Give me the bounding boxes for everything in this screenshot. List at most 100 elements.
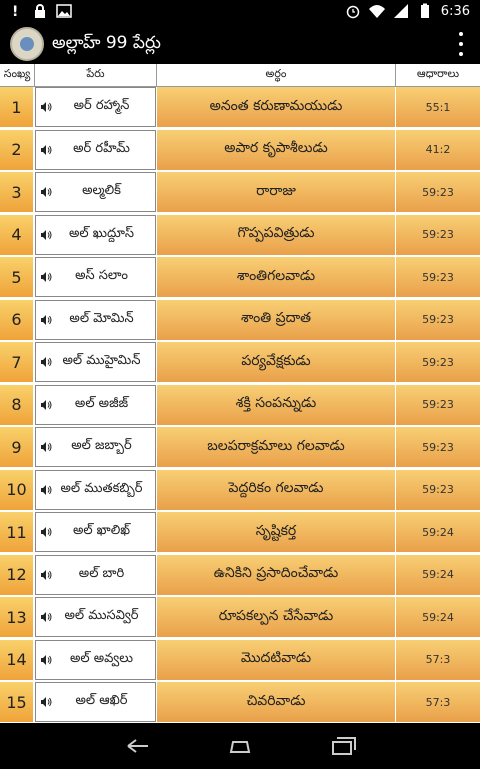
speaker-icon[interactable] [40, 314, 52, 326]
table-row[interactable]: 10 అల్ ముతకబ్బిర్ పెద్దరికం గలవాడు 59:23 [0, 469, 480, 510]
table-row[interactable]: 2 అర్ రహీమ్ అపార కృపాశీలుడు 41:2 [0, 129, 480, 170]
row-name-cell[interactable]: అల్ ముహైమిన్ [35, 342, 156, 382]
row-reference: 59:23 [396, 172, 480, 212]
row-name-cell[interactable]: అల్ అజీజ్ [35, 384, 156, 425]
row-meaning: సృష్టికర్త [157, 512, 395, 552]
table-row[interactable]: 9 అల్ జబ్బార్ బలపరాక్రమాలు గలవాడు 59:23 [0, 427, 480, 467]
row-reference: 59:23 [396, 299, 480, 340]
row-meaning: మొదటివాడు [157, 639, 395, 680]
row-name-cell[interactable]: అల్ ముతకబ్బిర్ [35, 469, 156, 510]
row-name-cell[interactable]: అల్ బారి [35, 554, 156, 595]
table-row[interactable]: 3 అల్మలిక్ రారాజు 59:23 [0, 172, 480, 212]
row-name-cell[interactable]: అర్ రహీమ్ [35, 129, 156, 170]
table-row[interactable]: 15 అల్ ఆఖిర్ చివరివాడు 57:3 [0, 682, 480, 722]
speaker-icon[interactable] [40, 526, 52, 538]
status-bar: ! 6:36 [0, 0, 480, 24]
header-number: సంఖ్య [0, 64, 35, 86]
recents-icon[interactable] [328, 734, 358, 758]
lock-icon [35, 4, 45, 18]
table-row[interactable]: 6 అల్ మోమిన్ శాంతి ప్రదాత 59:23 [0, 299, 480, 340]
speaker-icon[interactable] [40, 654, 52, 666]
speaker-icon[interactable] [40, 229, 52, 241]
speaker-icon[interactable] [40, 441, 52, 453]
row-name: అర్ రహ్మాన్ [73, 98, 130, 113]
names-list[interactable]: 1 అర్ రహ్మాన్ అనంత కరుణామయుడు 55:1 2 అర్ రహీమ… [0, 87, 480, 723]
row-reference: 59:24 [396, 512, 480, 552]
row-reference: 59:23 [396, 384, 480, 425]
row-name-cell[interactable]: అస్ సలాం [35, 257, 156, 297]
speaker-icon[interactable] [40, 569, 52, 581]
row-name: అల్ బారి [78, 565, 125, 581]
row-meaning: గొప్పపవిత్రుడు [157, 214, 395, 255]
app-logo-icon[interactable] [10, 27, 44, 61]
table-row[interactable]: 1 అర్ రహ్మాన్ అనంత కరుణామయుడు 55:1 [0, 87, 480, 127]
home-icon[interactable] [225, 734, 255, 758]
row-number: 10 [0, 469, 34, 510]
row-name-cell[interactable]: అర్ రహ్మాన్ [35, 87, 156, 127]
row-name: అల్ ఖుద్దూస్ [68, 225, 135, 241]
row-name-cell[interactable]: అల్ ముసవ్విర్ [35, 597, 156, 637]
row-name-cell[interactable]: అల్ జబ్బార్ [35, 427, 156, 467]
row-meaning: రూపకల్పన చేసేవాడు [157, 597, 395, 637]
table-row[interactable]: 12 అల్ బారి ఉనికిని ప్రసాదించేవాడు 59:24 [0, 554, 480, 595]
row-name: అల్ మోమిన్ [69, 310, 134, 326]
row-name-cell[interactable]: అల్ మోమిన్ [35, 299, 156, 340]
row-meaning: అనంత కరుణామయుడు [157, 87, 395, 127]
action-bar: అల్లాహ్ 99 పేర్లు [0, 24, 480, 64]
row-number: 4 [0, 214, 34, 255]
row-number: 3 [0, 172, 34, 212]
table-row[interactable]: 8 అల్ అజీజ్ శక్తి సంపన్నుడు 59:23 [0, 384, 480, 425]
speaker-icon[interactable] [40, 696, 52, 708]
row-name-cell[interactable]: అల్ ఆఖిర్ [35, 682, 156, 722]
speaker-icon[interactable] [40, 101, 52, 113]
app-title: అల్లాహ్ 99 పేర్లు [52, 33, 161, 53]
row-number: 5 [0, 257, 34, 297]
speaker-icon[interactable] [40, 186, 52, 198]
row-number: 8 [0, 384, 34, 425]
speaker-icon[interactable] [40, 144, 52, 156]
wifi-icon [368, 5, 385, 18]
image-icon [56, 4, 72, 18]
table-row[interactable]: 13 అల్ ముసవ్విర్ రూపకల్పన చేసేవాడు 59:24 [0, 597, 480, 637]
speaker-icon[interactable] [40, 611, 52, 623]
row-name: అల్ ఆఖిర్ [75, 693, 128, 708]
row-meaning: ఉనికిని ప్రసాదించేవాడు [157, 554, 395, 595]
speaker-icon[interactable] [40, 271, 52, 283]
row-number: 11 [0, 512, 34, 552]
signal-icon [393, 4, 408, 18]
table-row[interactable]: 4 అల్ ఖుద్దూస్ గొప్పపవిత్రుడు 59:23 [0, 214, 480, 255]
table-row[interactable]: 7 అల్ ముహైమిన్ పర్యవేక్షకుడు 59:23 [0, 342, 480, 382]
battery-icon [420, 3, 429, 18]
header-reference: ఆధారాలు [416, 67, 460, 80]
row-reference: 59:23 [396, 427, 480, 467]
row-name-cell[interactable]: అల్ ఖుద్దూస్ [35, 214, 156, 255]
row-reference: 59:23 [396, 257, 480, 297]
row-reference: 57:3 [396, 682, 480, 722]
header-name: పేరు [35, 64, 157, 86]
row-name: అల్ ఖాలిఖ్ [72, 523, 131, 538]
speaker-icon[interactable] [40, 399, 52, 411]
status-time: 6:36 [440, 3, 470, 19]
row-reference: 59:24 [396, 554, 480, 595]
row-number: 2 [0, 129, 34, 170]
table-row[interactable]: 5 అస్ సలాం శాంతిగలవాడు 59:23 [0, 257, 480, 297]
row-number: 6 [0, 299, 34, 340]
row-name-cell[interactable]: అల్ ఖాలిఖ్ [35, 512, 156, 552]
speaker-icon[interactable] [40, 356, 52, 368]
speaker-icon[interactable] [40, 484, 52, 496]
back-icon[interactable] [122, 734, 152, 758]
row-number: 7 [0, 342, 34, 382]
table-row[interactable]: 14 అల్ అవ్వలు మొదటివాడు 57:3 [0, 639, 480, 680]
row-name: అల్మలిక్ [82, 183, 121, 198]
row-meaning: పెద్దరికం గలవాడు [157, 469, 395, 510]
row-meaning: చివరివాడు [157, 682, 395, 722]
row-name: అల్ ముతకబ్బిర్ [60, 480, 143, 496]
row-name-cell[interactable]: అల్ అవ్వలు [35, 639, 156, 680]
overflow-menu-icon[interactable] [458, 32, 464, 56]
row-name-cell[interactable]: అల్మలిక్ [35, 172, 156, 212]
row-meaning: శాంతిగలవాడు [157, 257, 395, 297]
row-meaning: రారాజు [157, 172, 395, 212]
header-meaning: అర్థం [157, 64, 396, 86]
table-row[interactable]: 11 అల్ ఖాలిఖ్ సృష్టికర్త 59:24 [0, 512, 480, 552]
row-reference: 59:23 [396, 214, 480, 255]
